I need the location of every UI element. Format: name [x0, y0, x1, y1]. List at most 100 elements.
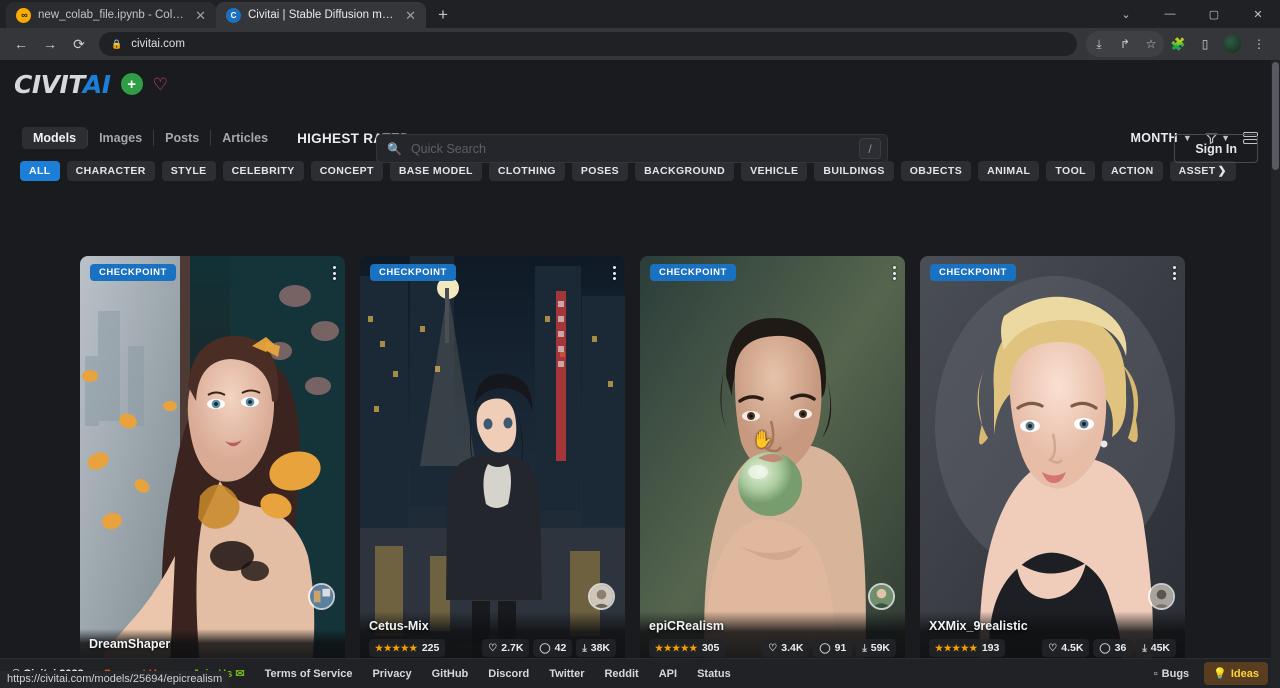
chip-style[interactable]: STYLE: [162, 161, 216, 181]
comments-count: 91: [835, 642, 847, 654]
footer-link-privacy[interactable]: Privacy: [372, 668, 411, 680]
civitai-icon: C: [226, 8, 241, 23]
chip-tool[interactable]: TOOL: [1046, 161, 1095, 181]
chip-character[interactable]: CHARACTER: [67, 161, 155, 181]
chip-action[interactable]: ACTION: [1102, 161, 1163, 181]
new-tab-button[interactable]: +: [426, 5, 458, 28]
footer-link-twitter[interactable]: Twitter: [549, 668, 584, 680]
chip-buildings[interactable]: BUILDINGS: [814, 161, 893, 181]
sign-in-button[interactable]: Sign In: [1174, 134, 1258, 163]
card-menu-icon[interactable]: [893, 266, 896, 280]
close-icon[interactable]: ✕: [1236, 8, 1280, 21]
page-content: CIVITAI + ♡ 🔍 Quick Search / Sign In Mod…: [0, 60, 1280, 688]
chip-objects[interactable]: OBJECTS: [901, 161, 971, 181]
tab-posts[interactable]: Posts: [154, 127, 210, 149]
bookmark-star-icon[interactable]: ☆: [1138, 31, 1164, 57]
engagement-stats: ♡3.4K ◯91 ⤓59K: [762, 639, 896, 657]
comments-badge: ◯36: [1093, 639, 1132, 657]
ideas-button[interactable]: 💡Ideas: [1204, 662, 1268, 685]
downloads-count: 45K: [1151, 642, 1170, 654]
footer-link-terms[interactable]: Terms of Service: [265, 668, 353, 680]
card-menu-icon[interactable]: [613, 266, 616, 280]
footer-link-api[interactable]: API: [659, 668, 677, 680]
install-icon[interactable]: ⤓: [1086, 31, 1112, 57]
card-stats: ★★★★★ 305 ♡3.4K ◯91 ⤓59K: [649, 639, 896, 657]
window-controls: ⌄ — ▢ ✕: [1104, 0, 1280, 28]
bugs-button[interactable]: ▫Bugs: [1147, 664, 1196, 684]
forward-button[interactable]: →: [37, 31, 63, 57]
heart-icon[interactable]: ♡: [153, 76, 168, 93]
chip-poses[interactable]: POSES: [572, 161, 628, 181]
comments-badge: ◯91: [813, 639, 852, 657]
chip-base-model[interactable]: BASE MODEL: [390, 161, 482, 181]
maximize-icon[interactable]: ▢: [1192, 8, 1236, 21]
download-icon: ⤓: [862, 643, 866, 654]
close-icon[interactable]: ✕: [403, 9, 418, 22]
chip-clothing[interactable]: CLOTHING: [489, 161, 565, 181]
avatar[interactable]: [868, 583, 895, 610]
lightbulb-icon: 💡: [1213, 667, 1227, 680]
model-preview-image: [920, 256, 1185, 666]
chip-all[interactable]: ALL: [20, 161, 60, 181]
model-card[interactable]: CHECKPOINT DreamShaper: [80, 256, 345, 666]
extensions-puzzle-icon[interactable]: 🧩: [1165, 31, 1191, 57]
profile-avatar[interactable]: [1219, 31, 1245, 57]
card-stats: ★★★★★ 193 ♡4.5K ◯36 ⤓45K: [929, 639, 1176, 657]
browser-tab-colab[interactable]: ∞ new_colab_file.ipynb - Colaborat... ✕: [6, 2, 216, 28]
tab-articles[interactable]: Articles: [211, 127, 279, 149]
likes-count: 4.5K: [1061, 642, 1083, 654]
footer-link-reddit[interactable]: Reddit: [604, 668, 638, 680]
chevron-down-icon[interactable]: ⌄: [1104, 8, 1148, 21]
search-input[interactable]: 🔍 Quick Search /: [376, 134, 888, 163]
tab-images[interactable]: Images: [88, 127, 153, 149]
model-preview-image: [80, 256, 345, 666]
status-badge: CHECKPOINT: [930, 264, 1016, 281]
likes-badge: ♡2.7K: [482, 639, 529, 657]
side-panel-icon[interactable]: ▯: [1192, 31, 1218, 57]
avatar[interactable]: [308, 583, 335, 610]
reload-button[interactable]: ⟳: [66, 31, 92, 57]
footer-link-github[interactable]: GitHub: [432, 668, 469, 680]
card-menu-icon[interactable]: [333, 266, 336, 280]
comments-count: 36: [1115, 642, 1127, 654]
url-text: civitai.com: [131, 38, 185, 50]
chip-concept[interactable]: CONCEPT: [311, 161, 383, 181]
chip-celebrity[interactable]: CELEBRITY: [223, 161, 304, 181]
model-title: Cetus-Mix: [369, 619, 616, 633]
chip-vehicle[interactable]: VEHICLE: [741, 161, 807, 181]
model-card[interactable]: CHECKPOINT epiCRealism ★★★★★ 305 ♡3.4K: [640, 256, 905, 666]
content-type-tabs: Models Images Posts Articles: [22, 127, 279, 149]
model-card[interactable]: CHECKPOINT Cetus-Mix ★★★★★ 225 ♡2.7K: [360, 256, 625, 666]
chip-asset[interactable]: ASSET❯: [1170, 161, 1236, 181]
tab-models[interactable]: Models: [22, 127, 87, 149]
star-rating-icon: ★★★★★: [655, 643, 698, 654]
downloads-badge: ⤓38K: [576, 639, 616, 657]
footer-link-discord[interactable]: Discord: [488, 668, 529, 680]
close-icon[interactable]: ✕: [193, 9, 208, 22]
site-header: CIVITAI + ♡: [0, 60, 1280, 108]
comments-count: 42: [555, 642, 567, 654]
browser-tab-civitai[interactable]: C Civitai | Stable Diffusion models, ✕: [216, 2, 426, 28]
minimize-icon[interactable]: —: [1148, 8, 1192, 20]
scrollbar-thumb[interactable]: [1272, 62, 1279, 170]
footer-link-status[interactable]: Status: [697, 668, 731, 680]
chip-animal[interactable]: ANIMAL: [978, 161, 1039, 181]
chip-asset-label: ASSET: [1179, 165, 1216, 177]
avatar[interactable]: [1148, 583, 1175, 610]
chip-background[interactable]: BACKGROUND: [635, 161, 734, 181]
share-icon[interactable]: ↱: [1112, 31, 1138, 57]
back-button[interactable]: ←: [8, 31, 34, 57]
card-menu-icon[interactable]: [1173, 266, 1176, 280]
chrome-menu-icon[interactable]: ⋮: [1246, 31, 1272, 57]
period-label: MONTH: [1131, 131, 1178, 145]
rating-count: 193: [982, 642, 1000, 654]
page-scrollbar[interactable]: [1271, 60, 1280, 688]
address-bar[interactable]: 🔒 civitai.com: [99, 32, 1077, 56]
create-button[interactable]: +: [121, 73, 143, 95]
downloads-badge: ⤓59K: [856, 639, 896, 657]
engagement-stats: ♡2.7K ◯42 ⤓38K: [482, 639, 616, 657]
civitai-logo[interactable]: CIVITAI: [14, 70, 111, 99]
avatar[interactable]: [588, 583, 615, 610]
model-card[interactable]: CHECKPOINT XXMix_9realistic ★★★★★ 193 ♡4…: [920, 256, 1185, 666]
colab-icon: ∞: [16, 8, 31, 23]
